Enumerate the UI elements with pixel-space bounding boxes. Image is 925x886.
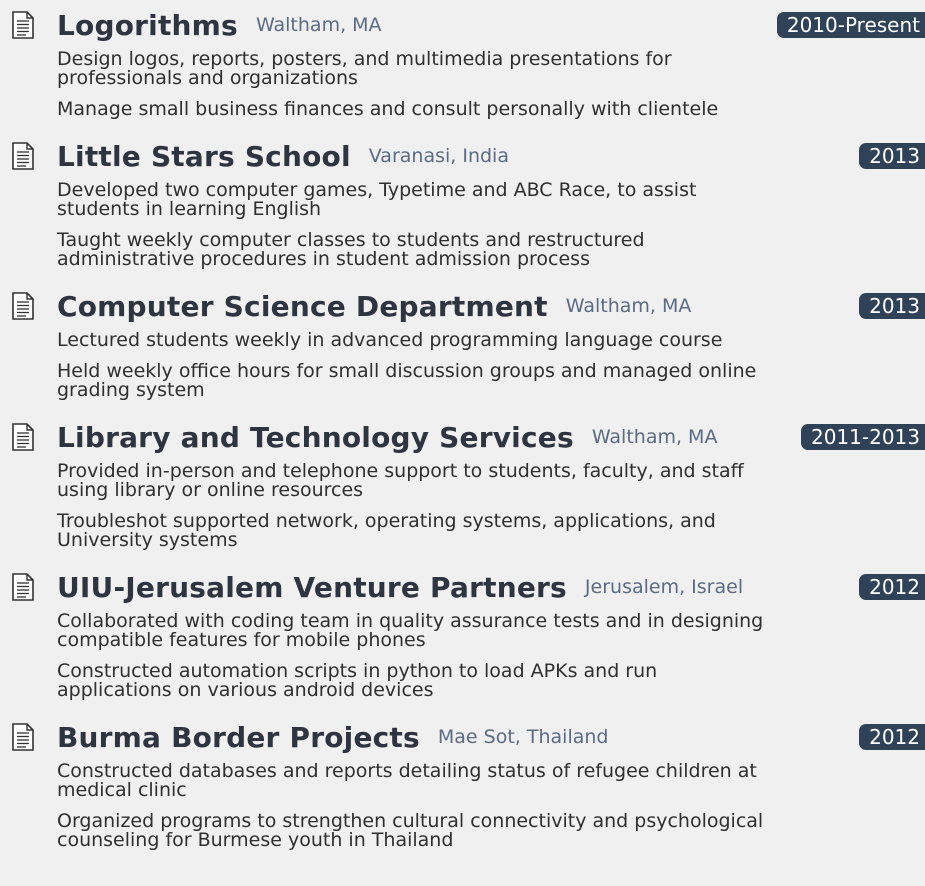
entry-header: Library and Technology Services Waltham,… xyxy=(12,412,925,462)
duty-list: Developed two computer games, Typetime a… xyxy=(57,181,777,281)
organization-name: Logorithms xyxy=(57,8,238,42)
date-badge: 2010-Present xyxy=(776,12,925,38)
date-badge: 2012 xyxy=(859,574,925,600)
experience-entry: Logorithms Waltham, MA 2010-Present Desi… xyxy=(0,0,925,131)
experience-entry: Library and Technology Services Waltham,… xyxy=(0,412,925,562)
duty-item: Taught weekly computer classes to studen… xyxy=(57,229,645,270)
duty-list: Lectured students weekly in advanced pro… xyxy=(57,331,777,412)
organization-name: Computer Science Department xyxy=(57,289,548,323)
date-badge: 2013 xyxy=(859,143,925,169)
date-badge: 2011-2013 xyxy=(800,424,925,450)
document-icon xyxy=(12,423,34,451)
duty-item: Constructed automation scripts in python… xyxy=(57,660,658,701)
duty-item: Held weekly office hours for small discu… xyxy=(57,360,757,401)
entry-header: Computer Science Department Waltham, MA … xyxy=(12,281,925,331)
duty-item: Troubleshot supported network, operating… xyxy=(57,510,716,551)
organization-name: Burma Border Projects xyxy=(57,720,420,754)
entry-header: Logorithms Waltham, MA 2010-Present xyxy=(12,0,925,50)
duty-item: Collaborated with coding team in quality… xyxy=(57,610,764,651)
organization-name: Library and Technology Services xyxy=(57,420,574,454)
entry-header: Burma Border Projects Mae Sot, Thailand … xyxy=(12,712,925,762)
organization-name: UIU-Jerusalem Venture Partners xyxy=(57,570,567,604)
organization-name: Little Stars School xyxy=(57,139,351,173)
date-badge: 2013 xyxy=(859,293,925,319)
organization-location: Mae Sot, Thailand xyxy=(437,726,609,748)
experience-entry: Little Stars School Varanasi, India 2013… xyxy=(0,131,925,281)
duty-item: Manage small business finances and consu… xyxy=(57,98,719,120)
document-icon xyxy=(12,11,34,39)
document-icon xyxy=(12,292,34,320)
entry-header: UIU-Jerusalem Venture Partners Jerusalem… xyxy=(12,562,925,612)
duty-item: Constructed databases and reports detail… xyxy=(57,760,757,801)
experience-entry: UIU-Jerusalem Venture Partners Jerusalem… xyxy=(0,562,925,712)
duty-item: Design logos, reports, posters, and mult… xyxy=(57,48,672,89)
duty-item: Organized programs to strengthen cultura… xyxy=(57,810,764,851)
document-icon xyxy=(12,723,34,751)
duty-list: Design logos, reports, posters, and mult… xyxy=(57,50,777,131)
experience-list: Logorithms Waltham, MA 2010-Present Desi… xyxy=(0,0,925,862)
organization-location: Waltham, MA xyxy=(255,14,382,36)
organization-location: Waltham, MA xyxy=(591,426,718,448)
document-icon xyxy=(12,573,34,601)
organization-location: Waltham, MA xyxy=(565,295,692,317)
document-icon xyxy=(12,142,34,170)
organization-location: Varanasi, India xyxy=(368,145,509,167)
duty-list: Provided in-person and telephone support… xyxy=(57,462,777,562)
duty-item: Provided in-person and telephone support… xyxy=(57,460,744,501)
entry-header: Little Stars School Varanasi, India 2013 xyxy=(12,131,925,181)
duty-list: Collaborated with coding team in quality… xyxy=(57,612,777,712)
organization-location: Jerusalem, Israel xyxy=(584,576,744,598)
duty-item: Lectured students weekly in advanced pro… xyxy=(57,329,723,351)
experience-entry: Burma Border Projects Mae Sot, Thailand … xyxy=(0,712,925,862)
experience-entry: Computer Science Department Waltham, MA … xyxy=(0,281,925,412)
duty-list: Constructed databases and reports detail… xyxy=(57,762,777,862)
duty-item: Developed two computer games, Typetime a… xyxy=(57,179,697,220)
date-badge: 2012 xyxy=(859,724,925,750)
